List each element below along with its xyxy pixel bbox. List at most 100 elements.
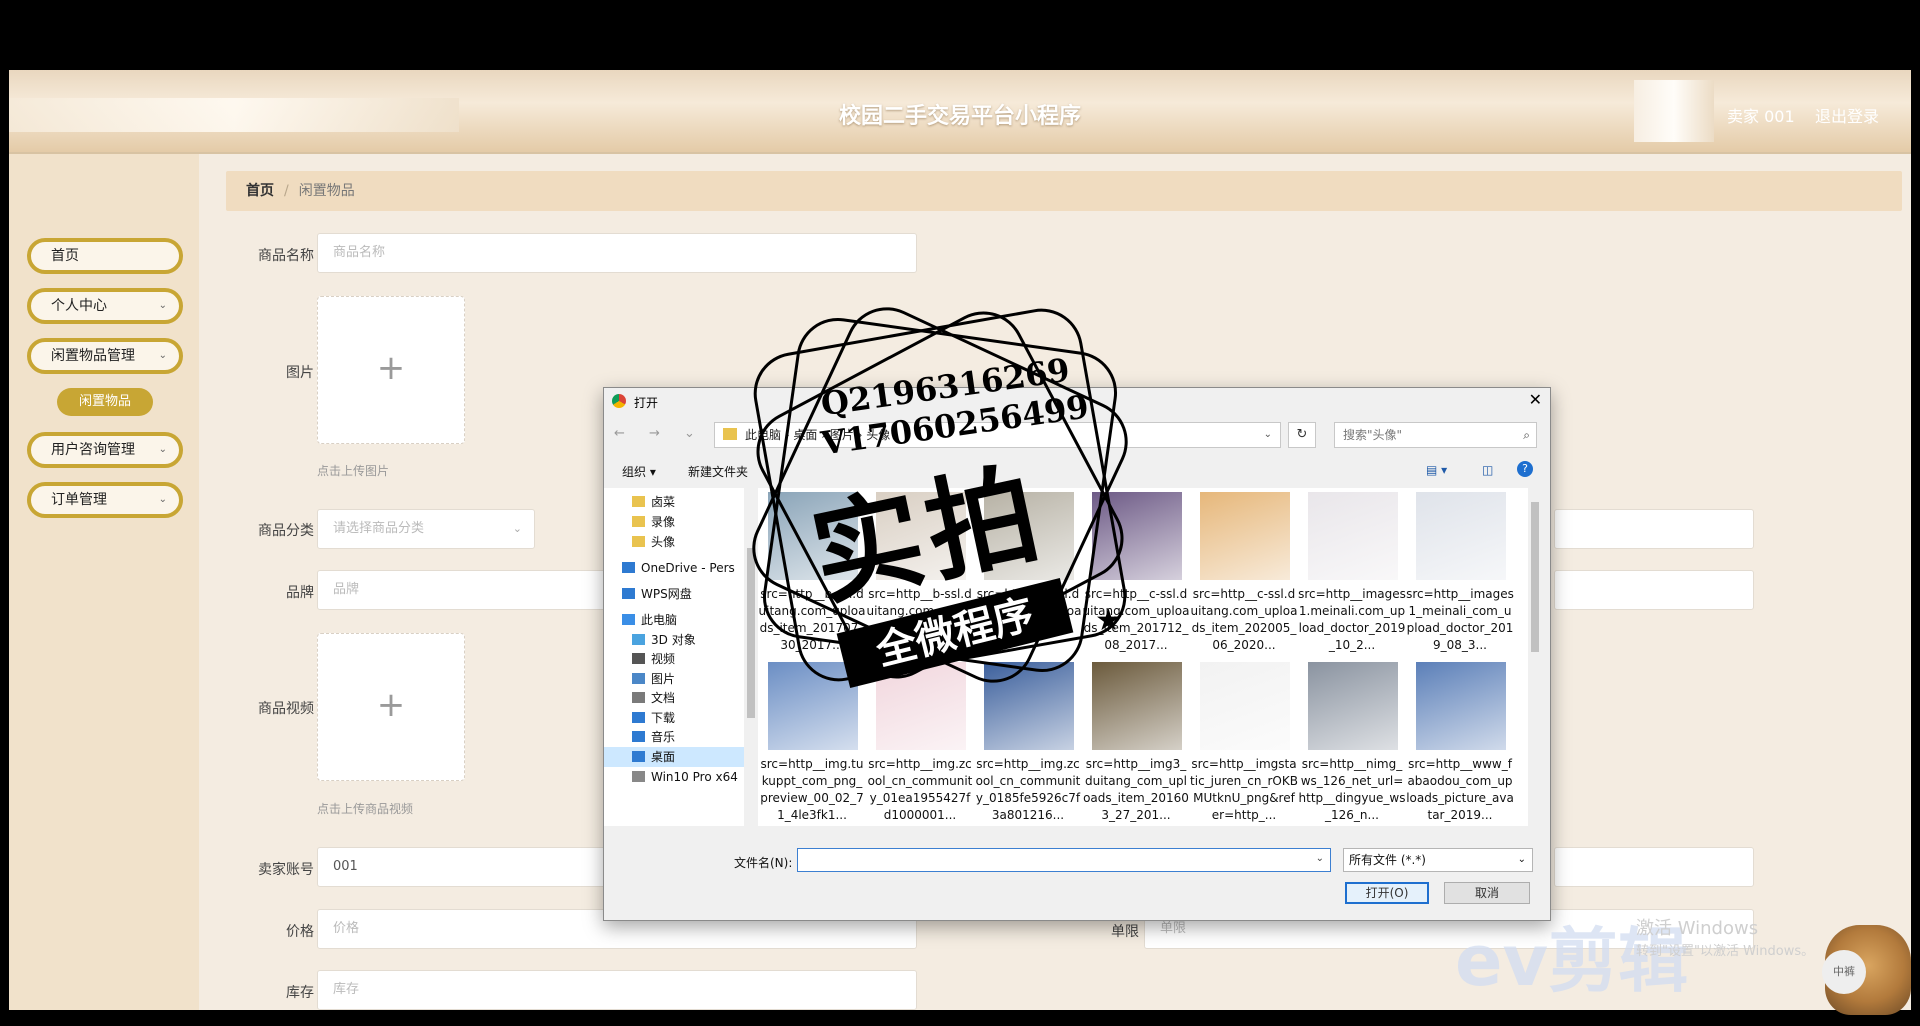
- drive-icon: [632, 771, 645, 782]
- cloud-icon: [622, 588, 635, 599]
- sidebar-item-idle-goods-mgmt[interactable]: 闲置物品管理 ⌄: [27, 338, 183, 374]
- sidebar-item-label: 首页: [51, 248, 79, 264]
- file-item[interactable]: src=http__images1_meinali_com_upload_doc…: [1406, 490, 1514, 655]
- tree-item[interactable]: 图片: [632, 669, 675, 689]
- file-item[interactable]: src=http__c-ssl.duitang.com_uploads_item…: [974, 490, 1081, 655]
- limit-label: 单限: [1111, 924, 1139, 940]
- stock-input[interactable]: 库存: [317, 970, 917, 1010]
- file-item[interactable]: src=http__b-ssl.duitang.com_uploads_item…: [758, 490, 865, 655]
- sidebar-item-home[interactable]: 首页: [27, 238, 183, 274]
- top-bar: 校园二手交易平台小程序 卖家 001 退出登录: [9, 70, 1911, 154]
- tree-item[interactable]: Win10 Pro x64: [632, 767, 738, 787]
- tree-item[interactable]: 视频: [632, 649, 675, 669]
- file-item[interactable]: src=http__img3_duitang_com_uploads_item_…: [1082, 660, 1189, 825]
- tree-item[interactable]: 下载: [632, 708, 675, 728]
- seller-input[interactable]: 001: [317, 847, 612, 887]
- sidebar-item-consult-mgmt[interactable]: 用户咨询管理 ⌄: [27, 432, 183, 468]
- scrollbar-thumb[interactable]: [1531, 502, 1539, 652]
- tree-item[interactable]: 卤菜: [632, 492, 675, 512]
- sidebar-item-order-mgmt[interactable]: 订单管理 ⌄: [27, 482, 183, 518]
- sidebar-item-personal-center[interactable]: 个人中心 ⌄: [27, 288, 183, 324]
- help-icon[interactable]: ?: [1517, 461, 1533, 477]
- file-item[interactable]: src=http__c-ssl.duitang.com_uploads_item…: [1082, 490, 1189, 655]
- file-item[interactable]: src=http__img.tukuppt_com_png_preview_00…: [758, 660, 864, 825]
- logout-link[interactable]: 退出登录: [1815, 103, 1879, 127]
- file-item[interactable]: src=http__c-ssl.duitang.com_uploads_item…: [1190, 490, 1297, 655]
- category-placeholder: 请选择商品分类: [333, 521, 425, 536]
- file-name: src=http__b-ssl.duitang.com_uploads_item…: [758, 587, 866, 652]
- chevron-down-icon: ⌄: [158, 494, 167, 505]
- video-upload-hint: 点击上传商品视频: [317, 802, 414, 816]
- tree-item[interactable]: 此电脑: [622, 610, 677, 630]
- cancel-button[interactable]: 取消: [1444, 882, 1530, 904]
- brand-input[interactable]: 品牌: [317, 570, 612, 610]
- tree-item[interactable]: 头像: [632, 532, 675, 552]
- tree-item[interactable]: 文档: [632, 688, 675, 708]
- view-options-icon[interactable]: ▤ ▾: [1426, 463, 1447, 477]
- files-scrollbar[interactable]: [1528, 488, 1542, 826]
- stock-label: 库存: [286, 985, 314, 1001]
- sidebar-subitem-idle-goods[interactable]: 闲置物品: [57, 388, 153, 416]
- mascot-badge: 中裤: [1822, 950, 1866, 994]
- filetype-select[interactable]: 所有文件 (*.*) ⌄: [1343, 848, 1533, 872]
- file-item[interactable]: src=http__b-ssl.duitang.com_uploads_item…: [866, 490, 973, 655]
- open-button[interactable]: 打开(O): [1345, 882, 1429, 904]
- tree-item[interactable]: 录像: [632, 512, 675, 532]
- file-item[interactable]: src=http__imgstatic_juren_cn_rOKBMUtknU_…: [1190, 660, 1298, 825]
- image-label: 图片: [286, 365, 314, 381]
- close-icon[interactable]: ✕: [1529, 390, 1542, 409]
- tree-item[interactable]: WPS网盘: [622, 584, 692, 604]
- file-thumbnail: [876, 492, 966, 580]
- file-name: src=http__img.zcool_cn_community_01ea195…: [867, 757, 973, 822]
- file-name: src=http__b-ssl.duitang.com_uploads_item…: [866, 587, 974, 635]
- search-input[interactable]: 搜索"头像" ⌕: [1334, 422, 1537, 448]
- organize-button[interactable]: 组织 ▾: [622, 463, 656, 480]
- tree-item-label: 下载: [651, 711, 676, 725]
- file-grid: src=http__b-ssl.duitang.com_uploads_item…: [758, 488, 1528, 826]
- tree-item-label: OneDrive - Pers: [641, 561, 735, 575]
- sidebar-item-label: 个人中心: [51, 298, 107, 314]
- tree-item-label: 此电脑: [641, 613, 678, 627]
- refresh-button[interactable]: ↻: [1288, 422, 1316, 448]
- file-name: src=http__nimg_ws_126_net_url=http__ding…: [1298, 757, 1406, 822]
- chevron-down-icon[interactable]: ⌄: [1264, 423, 1272, 447]
- chevron-down-icon[interactable]: ⌄: [1316, 853, 1324, 864]
- tree-item[interactable]: OneDrive - Pers: [622, 558, 735, 578]
- file-name: src=http__img.tukuppt_com_png_preview_00…: [760, 757, 864, 822]
- tree-item[interactable]: 桌面: [604, 747, 744, 767]
- file-thumbnail: [1200, 492, 1290, 580]
- file-item[interactable]: src=http__img.zcool_cn_community_01ea195…: [866, 660, 972, 825]
- image-upload[interactable]: +: [317, 296, 465, 444]
- file-item[interactable]: src=http__img.zcool_cn_community_0185fe5…: [974, 660, 1080, 825]
- tree-item-label: 图片: [651, 672, 676, 686]
- file-item[interactable]: src=http__nimg_ws_126_net_url=http__ding…: [1298, 660, 1405, 825]
- video-upload[interactable]: +: [317, 633, 465, 781]
- download-icon: [632, 712, 645, 723]
- preview-pane-icon[interactable]: ◫: [1482, 463, 1493, 477]
- category-right-field[interactable]: [1554, 509, 1754, 549]
- new-folder-button[interactable]: 新建文件夹: [688, 463, 748, 480]
- tree-item[interactable]: 3D 对象: [632, 630, 696, 650]
- file-item[interactable]: src=http__images1.meinali.com_upload_doc…: [1298, 490, 1406, 655]
- dialog-toolbar: 组织 ▾ 新建文件夹 ▤ ▾ ◫ ?: [604, 458, 1550, 484]
- tree-item[interactable]: 音乐: [632, 727, 675, 747]
- file-thumbnail: [876, 662, 966, 750]
- name-input[interactable]: 商品名称: [317, 233, 917, 273]
- file-thumbnail: [1416, 662, 1506, 750]
- name-label: 商品名称: [258, 248, 314, 264]
- seller-right-field[interactable]: [1554, 847, 1754, 887]
- tree-item-label: 音乐: [651, 730, 676, 744]
- address-path: 此电脑 › 桌面 › 图片 › 头像: [745, 428, 891, 442]
- file-name: src=http__images1_meinali_com_upload_doc…: [1406, 587, 1514, 652]
- breadcrumb-separator: /: [284, 183, 289, 199]
- file-name: src=http__c-ssl.duitang.com_uploads_item…: [974, 587, 1082, 635]
- address-bar[interactable]: 此电脑 › 桌面 › 图片 › 头像 ⌄: [714, 422, 1281, 448]
- brand-right-field[interactable]: [1554, 570, 1754, 610]
- scrollbar-thumb[interactable]: [747, 548, 755, 718]
- breadcrumb-current: 闲置物品: [298, 183, 355, 199]
- breadcrumb-home[interactable]: 首页: [246, 183, 274, 199]
- file-item[interactable]: src=http__www_fabaodou_com_uploads_pictu…: [1406, 660, 1514, 825]
- tree-scrollbar[interactable]: [744, 488, 758, 826]
- category-select[interactable]: 请选择商品分类 ⌄: [317, 509, 535, 549]
- filename-input[interactable]: ⌄: [797, 848, 1331, 872]
